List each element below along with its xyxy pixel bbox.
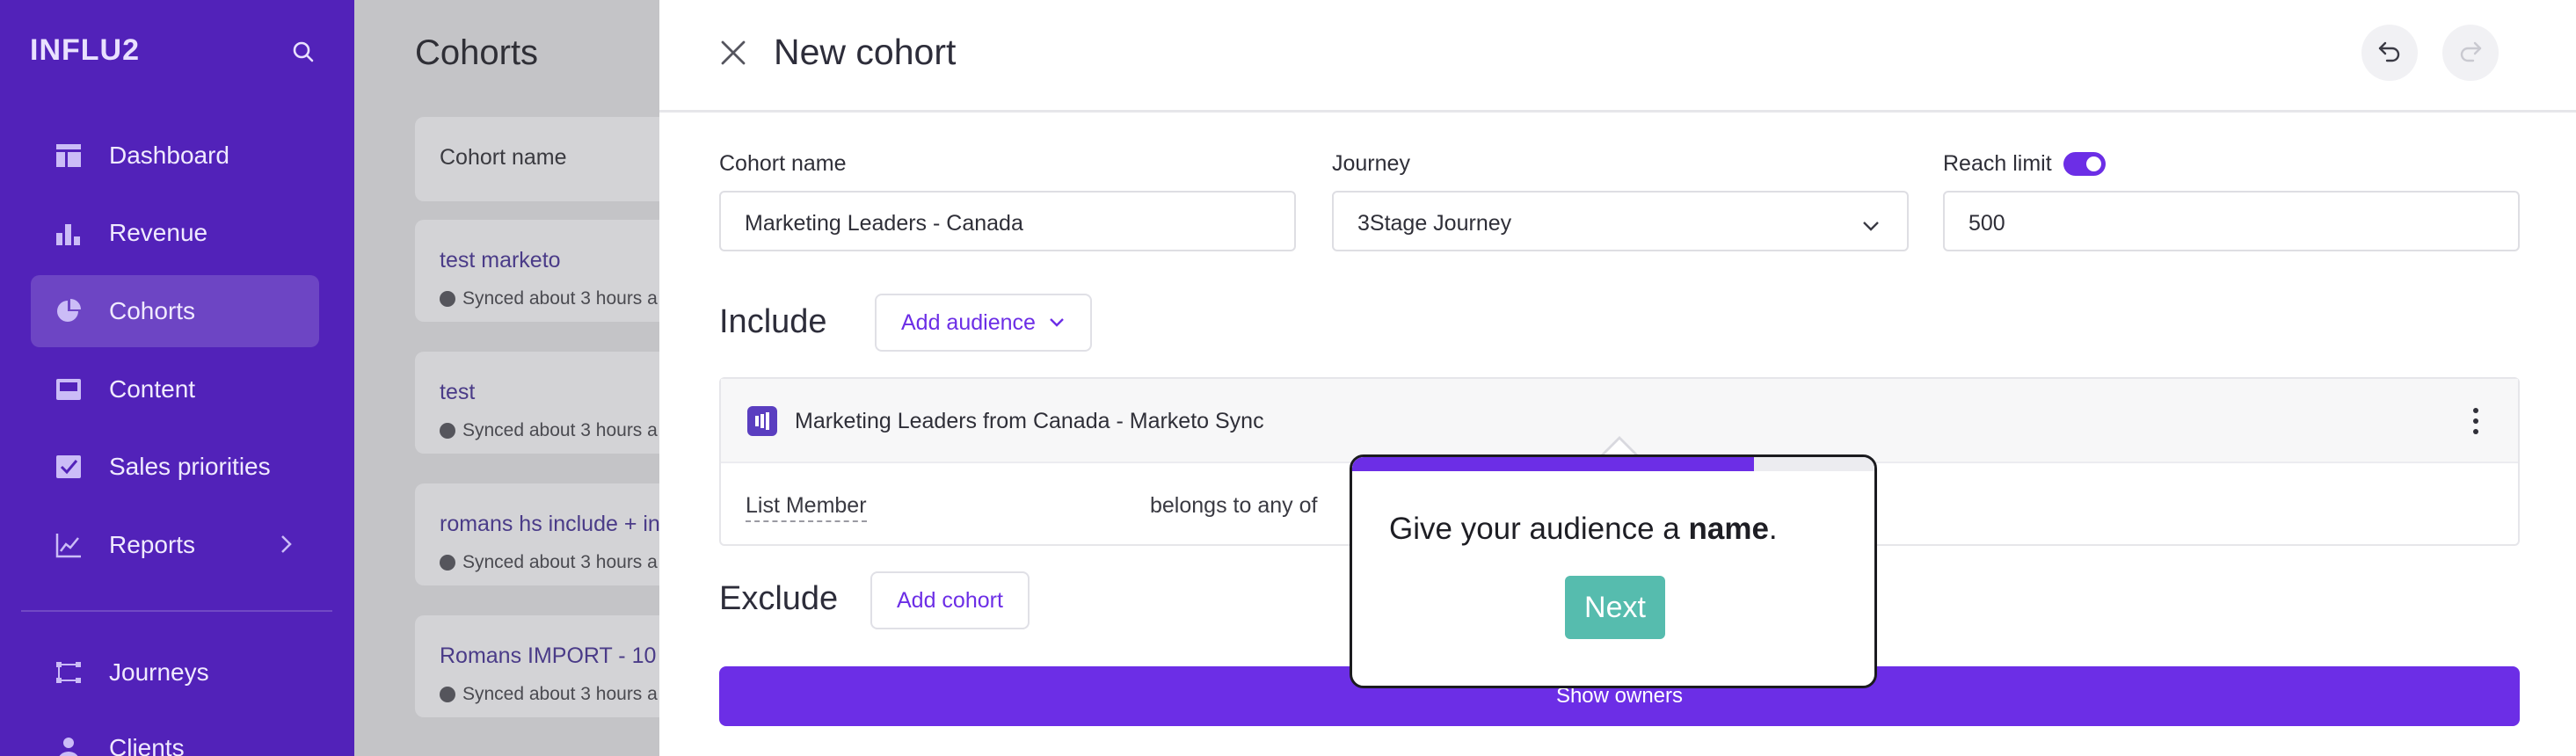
more-options-icon[interactable] (2472, 408, 2479, 434)
undo-icon (2376, 38, 2403, 69)
exclude-title: Exclude (719, 580, 839, 617)
add-cohort-label: Add cohort (897, 587, 1003, 613)
add-audience-button[interactable]: Add audience (875, 294, 1092, 352)
reach-limit-toggle[interactable] (2063, 152, 2106, 176)
cohort-name-input[interactable]: Marketing Leaders - Canada (719, 191, 1296, 251)
rule-field[interactable]: List Member (746, 493, 867, 522)
chevron-down-icon (1861, 214, 1881, 239)
clock-icon (440, 423, 455, 439)
sync-status: Synced about 3 hours a (440, 552, 658, 573)
cohort-name[interactable]: test marketo (440, 248, 561, 273)
sidebar-item-journeys[interactable]: Journeys (31, 636, 319, 709)
sidebar-item-cohorts[interactable]: Cohorts (31, 275, 319, 347)
rule-operator: belongs to any of (1150, 493, 1318, 518)
sidebar-item-label: Clients (109, 734, 185, 756)
tooltip-progress-fill (1352, 457, 1755, 471)
sync-status: Synced about 3 hours a (440, 288, 658, 309)
onboarding-tooltip: Give your audience a name. Next (1350, 454, 1877, 688)
sidebar-item-content[interactable]: Content (31, 353, 319, 425)
clock-icon (440, 291, 455, 307)
cohort-name[interactable]: test (440, 380, 475, 405)
sidebar-item-label: Sales priorities (109, 453, 271, 480)
list-item[interactable]: test Synced about 3 hours a (415, 352, 659, 454)
cohort-name-label: Cohort name (719, 151, 847, 176)
chevron-down-icon (1048, 316, 1066, 329)
journey-value: 3Stage Journey (1357, 211, 1512, 236)
dashboard-icon (55, 142, 83, 170)
list-item[interactable]: Romans IMPORT - 10 t Synced about 3 hour… (415, 615, 659, 717)
sidebar-item-label: Journeys (109, 658, 209, 686)
include-title: Include (719, 303, 827, 340)
page-title: Cohorts (415, 33, 539, 72)
sync-status: Synced about 3 hours a (440, 684, 658, 705)
journey-select[interactable]: 3Stage Journey (1332, 191, 1909, 251)
list-item[interactable]: romans hs include + in Synced about 3 ho… (415, 483, 659, 585)
audience-name: Marketing Leaders from Canada - Marketo … (795, 409, 1264, 433)
user-icon (55, 734, 83, 756)
journeys-icon (55, 658, 83, 687)
cohort-name[interactable]: Romans IMPORT - 10 t (440, 643, 659, 669)
redo-button[interactable] (2442, 25, 2499, 81)
chevron-right-icon (277, 534, 295, 559)
clock-icon (440, 555, 455, 571)
close-icon[interactable] (717, 37, 749, 69)
undo-button[interactable] (2361, 25, 2418, 81)
line-chart-icon (55, 531, 83, 559)
sidebar: INFLU2 Dashboard Revenue Cohorts Content… (0, 0, 354, 756)
panel-title: New cohort (774, 32, 957, 72)
panel-header: New cohort (659, 0, 2576, 113)
redo-icon (2457, 38, 2484, 69)
sidebar-divider (21, 610, 332, 612)
cohort-name[interactable]: romans hs include + in (440, 512, 659, 537)
pie-chart-icon (55, 297, 83, 325)
tooltip-progress-track (1352, 457, 1874, 471)
table-header: Cohort name (415, 117, 659, 201)
sidebar-item-label: Revenue (109, 219, 208, 246)
sidebar-item-revenue[interactable]: Revenue (31, 197, 319, 269)
sync-status: Synced about 3 hours a (440, 420, 658, 441)
content-icon (55, 375, 83, 403)
sidebar-item-dashboard[interactable]: Dashboard (31, 120, 319, 192)
cohorts-list-background: Cohorts Cohort name test marketo Synced … (354, 0, 659, 756)
clock-icon (440, 687, 455, 702)
bar-chart-icon (55, 219, 83, 247)
journey-label: Journey (1332, 151, 1410, 176)
add-cohort-button[interactable]: Add cohort (870, 571, 1030, 629)
sidebar-item-clients[interactable]: Clients (31, 712, 319, 756)
add-audience-label: Add audience (901, 309, 1036, 335)
sidebar-item-label: Dashboard (109, 142, 229, 169)
reach-limit-input[interactable]: 500 (1943, 191, 2520, 251)
sidebar-item-label: Reports (109, 531, 196, 558)
search-icon[interactable] (290, 39, 317, 65)
brand-logo[interactable]: INFLU2 (30, 33, 140, 68)
marketo-logo-icon (747, 406, 777, 436)
list-item[interactable]: test marketo Synced about 3 hours a (415, 220, 659, 322)
sidebar-item-sales-priorities[interactable]: Sales priorities (31, 431, 319, 503)
tooltip-text: Give your audience a name. (1389, 512, 1778, 546)
next-button[interactable]: Next (1565, 576, 1665, 639)
sidebar-item-label: Cohorts (109, 297, 196, 324)
sidebar-item-reports[interactable]: Reports (31, 509, 319, 581)
reach-limit-label: Reach limit (1943, 151, 2052, 176)
sidebar-item-label: Content (109, 375, 196, 403)
checkbox-icon (55, 453, 83, 481)
